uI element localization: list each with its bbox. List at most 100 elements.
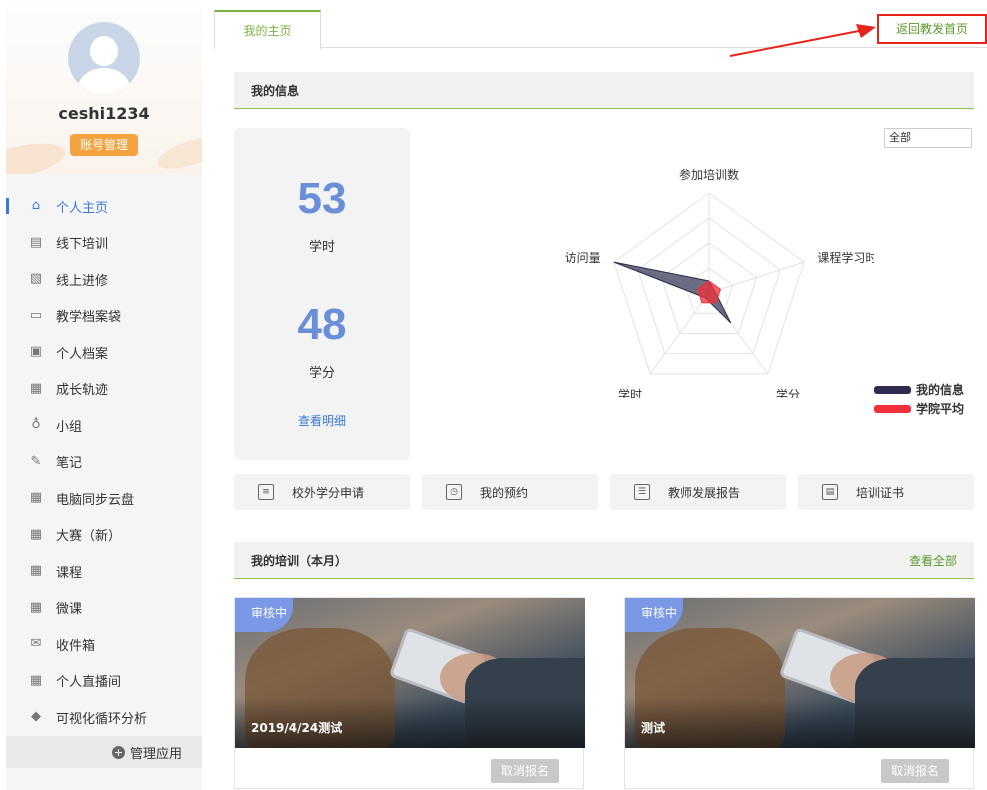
- sidebar-item-growth-track[interactable]: ▦ 成长轨迹: [6, 371, 202, 408]
- profile-card-icon: ▣: [29, 344, 43, 360]
- sidebar-item-label: 个人主页: [56, 200, 109, 216]
- radar-axis-line: [708, 261, 805, 294]
- training-card[interactable]: 审核中 测试 取消报名: [624, 597, 975, 789]
- view-all-link[interactable]: 查看全部: [909, 552, 957, 569]
- quick-action-my-appointments[interactable]: ◷ 我的预约: [422, 474, 598, 510]
- sidebar: ceshi1234 账号管理 ⌂ 个人主页 ▤ 线下培训 ▧ 线上进修 ▭ 教学…: [6, 6, 202, 790]
- sidebar-item-online-study[interactable]: ▧ 线上进修: [6, 261, 202, 298]
- sidebar-item-label: 教学档案袋: [56, 310, 122, 326]
- group-icon: ♁: [31, 417, 41, 433]
- credits-label: 学分: [308, 366, 335, 381]
- form-icon: ≡: [258, 484, 274, 500]
- red-arrow-annotation: [729, 24, 876, 57]
- sidebar-item-group[interactable]: ♁ 小组: [6, 407, 202, 444]
- quick-action-development-report[interactable]: ☰ 教师发展报告: [610, 474, 786, 510]
- username: ceshi1234: [58, 104, 150, 123]
- credits-value: 48: [297, 300, 347, 349]
- sidebar-item-teaching-portfolio[interactable]: ▭ 教学档案袋: [6, 298, 202, 335]
- home-icon: ⌂: [31, 198, 41, 214]
- app-icon: ▦: [29, 563, 43, 579]
- sidebar-item-label: 大赛（新）: [56, 529, 122, 545]
- sidebar-item-micro-courses[interactable]: ▦ 微课: [6, 590, 202, 627]
- sidebar-item-label: 笔记: [56, 456, 83, 472]
- plus-icon: +: [111, 745, 125, 759]
- legend-swatch: [874, 385, 911, 394]
- main-content: 我的主页 返回教发首页 我的信息 53 学时 48 学分 查看明细 全部 参加培…: [214, 0, 987, 790]
- account-management-button[interactable]: 账号管理: [70, 134, 138, 156]
- app-icon: ▦: [29, 380, 43, 396]
- app-icon: ▦: [29, 490, 43, 506]
- sidebar-item-label: 收件箱: [56, 638, 96, 654]
- legend-label: 学院平均: [916, 402, 965, 416]
- radar-axis-label: 参加培训数: [679, 168, 739, 182]
- quick-action-certificates[interactable]: ▤ 培训证书: [798, 474, 974, 510]
- quick-action-label: 培训证书: [856, 485, 905, 500]
- clipboard-icon: ☰: [634, 484, 650, 500]
- diamond-icon: ◆: [31, 709, 41, 725]
- chart-icon: ▧: [29, 271, 43, 287]
- period-filter-select[interactable]: 全部: [884, 128, 972, 148]
- my-training-header: 我的培训（本月） 查看全部: [234, 542, 974, 579]
- training-card[interactable]: 审核中 2019/4/24测试 取消报名: [234, 597, 585, 789]
- book-icon: ▤: [29, 234, 43, 250]
- training-title: 2019/4/24测试: [251, 721, 343, 735]
- sidebar-item-live-room[interactable]: ▦ 个人直播间: [6, 663, 202, 700]
- cancel-registration-button[interactable]: 取消报名: [881, 759, 949, 783]
- profile-panel: ceshi1234 账号管理: [6, 6, 202, 174]
- legend-item-my-info: 我的信息: [874, 380, 984, 399]
- sidebar-item-label: 微课: [56, 602, 83, 618]
- sidebar-item-label: 课程: [56, 565, 83, 581]
- my-info-header: 我的信息: [234, 72, 974, 109]
- sidebar-nav: ⌂ 个人主页 ▤ 线下培训 ▧ 线上进修 ▭ 教学档案袋 ▣ 个人档案 ▦ 成长…: [6, 188, 202, 736]
- stats-card: 53 学时 48 学分 查看明细: [234, 128, 410, 460]
- section-title: 我的培训（本月）: [251, 553, 348, 568]
- cancel-registration-button[interactable]: 取消报名: [491, 759, 559, 783]
- sidebar-item-label: 可视化循环分析: [56, 711, 148, 727]
- view-details-link[interactable]: 查看明细: [234, 412, 410, 429]
- app-icon: ▦: [29, 672, 43, 688]
- sidebar-item-label: 线上进修: [56, 273, 109, 289]
- sidebar-item-label: 个人档案: [56, 346, 109, 362]
- app-icon: ▦: [29, 599, 43, 615]
- sidebar-item-notes[interactable]: ✎ 笔记: [6, 444, 202, 481]
- manage-apps-label: 管理应用: [129, 746, 182, 762]
- sidebar-item-label: 电脑同步云盘: [56, 492, 135, 508]
- training-title: 测试: [641, 721, 666, 735]
- decor-blob: [6, 136, 69, 174]
- sidebar-item-visual-analysis[interactable]: ◆ 可视化循环分析: [6, 699, 202, 736]
- sidebar-item-label: 成长轨迹: [56, 383, 109, 399]
- sidebar-item-contest[interactable]: ▦ 大赛（新）: [6, 517, 202, 554]
- manage-apps-button[interactable]: + 管理应用: [6, 736, 202, 768]
- sidebar-item-inbox[interactable]: ✉ 收件箱: [6, 626, 202, 663]
- certificate-icon: ▤: [822, 484, 838, 500]
- sidebar-item-label: 线下培训: [56, 237, 109, 253]
- sidebar-item-cloud-disk[interactable]: ▦ 电脑同步云盘: [6, 480, 202, 517]
- avatar[interactable]: [68, 22, 140, 94]
- return-home-link[interactable]: 返回教发首页: [877, 14, 987, 44]
- sidebar-item-home[interactable]: ⌂ 个人主页: [6, 188, 202, 225]
- chart-legend: 我的信息 学院平均: [874, 380, 984, 418]
- sidebar-item-personal-file[interactable]: ▣ 个人档案: [6, 334, 202, 371]
- quick-action-label: 教师发展报告: [668, 485, 741, 500]
- legend-item-college-average: 学院平均: [874, 399, 984, 418]
- radar-axis-label: 访问量: [565, 251, 601, 265]
- sidebar-item-label: 小组: [56, 419, 83, 435]
- decor-blob: [154, 130, 202, 174]
- sidebar-item-courses[interactable]: ▦ 课程: [6, 553, 202, 590]
- app-icon: ▦: [29, 526, 43, 542]
- tab-my-home[interactable]: 我的主页: [214, 10, 321, 49]
- quick-action-label: 我的预约: [480, 485, 529, 500]
- clock-icon: ◷: [446, 484, 462, 500]
- sidebar-item-offline-training[interactable]: ▤ 线下培训: [6, 225, 202, 262]
- quick-action-external-credit[interactable]: ≡ 校外学分申请: [234, 474, 410, 510]
- note-icon: ✎: [30, 453, 42, 469]
- radar-axis-label: 学分: [776, 387, 800, 398]
- hours-label: 学时: [308, 240, 335, 255]
- legend-swatch: [874, 404, 911, 413]
- radar-axis-label: 学时: [618, 387, 642, 398]
- legend-label: 我的信息: [916, 383, 965, 397]
- folder-icon: ▭: [29, 307, 43, 323]
- radar-axis-label: 课程学习时长: [817, 250, 874, 265]
- section-title: 我的信息: [251, 83, 300, 98]
- hours-value: 53: [297, 174, 347, 223]
